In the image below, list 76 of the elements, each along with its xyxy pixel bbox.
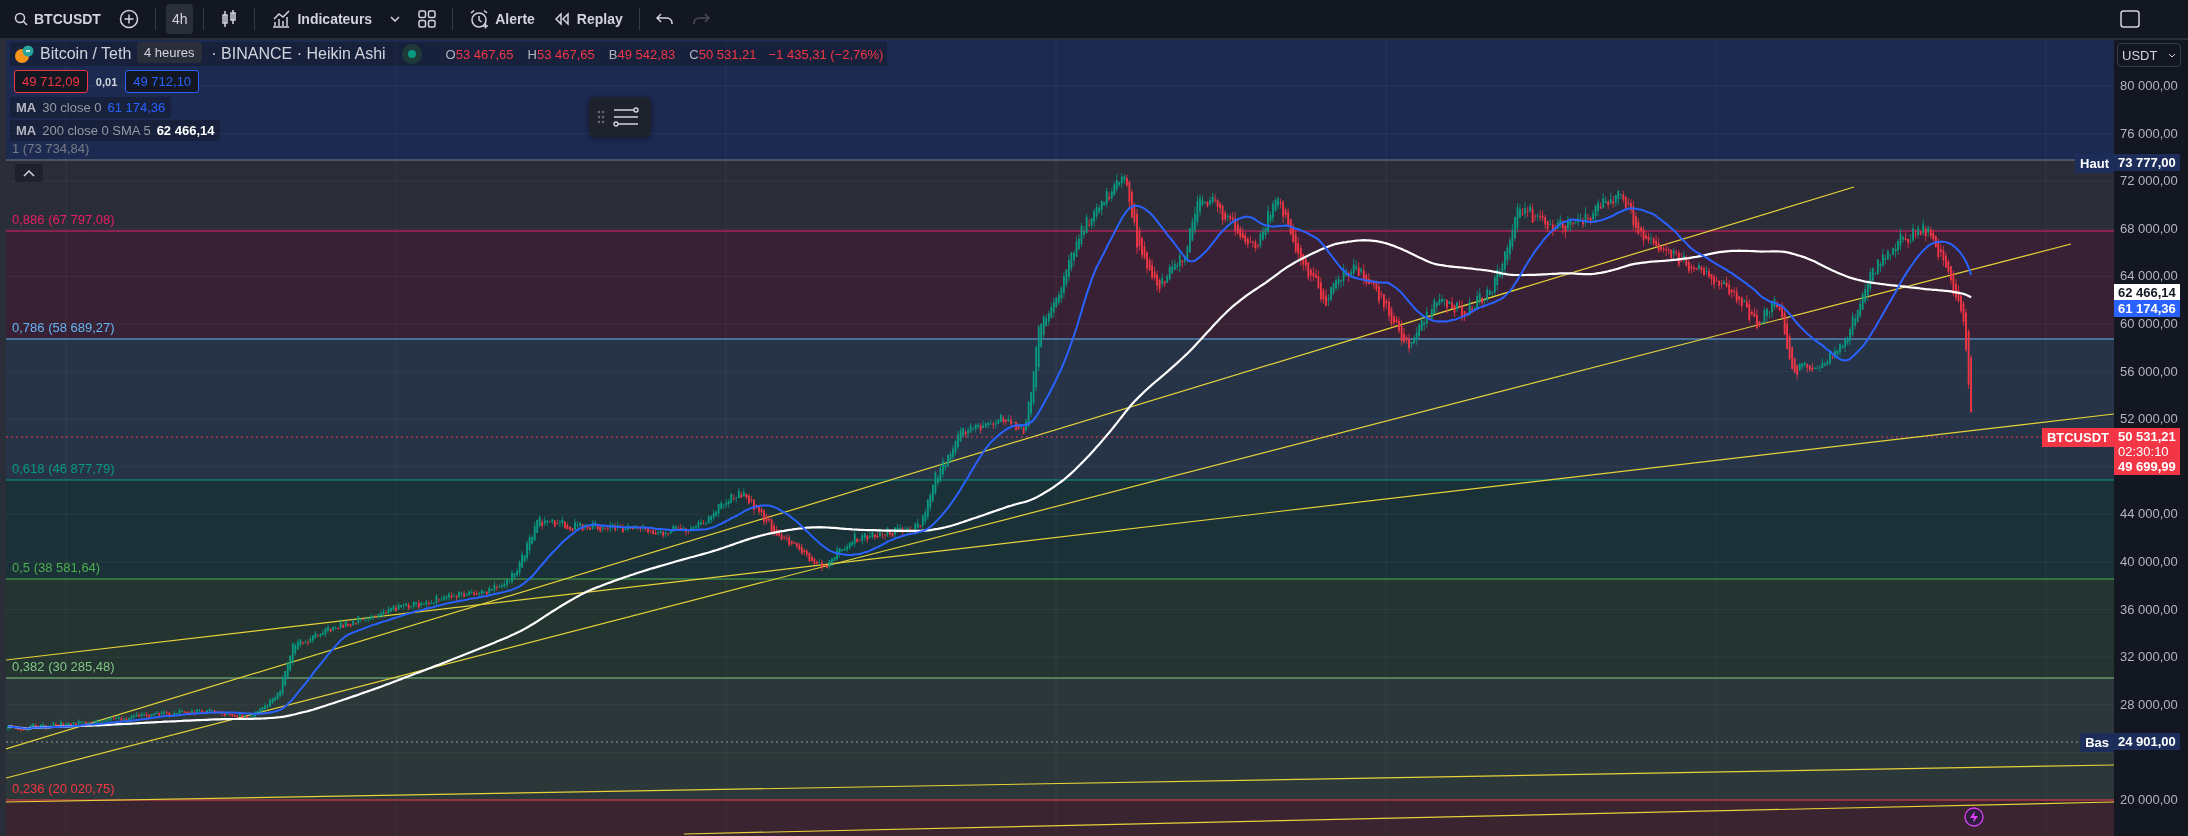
indicators-button[interactable]: Indicateurs [265,4,379,34]
coin-icon [14,44,34,64]
price-tick: 80 000,00 [2120,78,2178,93]
currency-dropdown[interactable]: USDT [2117,43,2181,67]
price-tick: 36 000,00 [2120,601,2178,617]
price-tick: 76 000,00 [2120,125,2178,141]
price-tick: 56 000,00 [2120,363,2178,379]
chevron-up-icon [23,169,35,177]
price-change: −1 435,31 (−2,76%) [768,46,884,62]
ohlc-value: 49 542,83 [617,46,676,62]
fib-level-label: 0,786 (58 689,27) [12,320,115,335]
fib-level-label: 0,5 (38 581,64) [12,560,101,575]
fib-level-label: 0,236 (20 020,75) [12,781,115,796]
ohlc-label: O [445,46,456,62]
redo-icon [691,12,710,26]
symbol-title: · BINANCE · Heikin Ashi [211,45,386,63]
indicator-name: MA [16,123,37,138]
chart-bars-icon [271,9,292,29]
ohlc-value: 50 531,21 [698,46,757,62]
buy-price-button[interactable]: 49 712,10 [125,70,200,93]
square-icon [2120,10,2140,28]
high-label: Haut [2075,154,2114,173]
indicator-value: 61 174,36 [107,100,166,115]
symbol-label: BTCUSDT [2041,428,2114,447]
search-icon [14,12,28,26]
lightning-icon[interactable] [1964,807,1984,827]
alarm-clock-icon [469,9,490,29]
settings-sliders-icon[interactable] [613,107,639,127]
price-tick: 64 000,00 [2120,268,2178,284]
caret-icon [2168,52,2176,58]
bar-countdown: 02:30:10 [2118,444,2170,459]
drag-handle-icon[interactable] [597,110,605,124]
fib-level-label: 1 (73 734,84) [12,141,90,156]
indicator-params: 200 close 0 SMA 5 [42,123,151,138]
ohlc-value: 53 467,65 [455,46,514,62]
interval-button[interactable]: 4h [165,4,194,34]
price-tick: 32 000,00 [2120,649,2178,665]
price-tick: 20 000,00 [2120,792,2178,807]
rewind-icon [552,12,571,26]
tooltip: 4 heures [137,42,202,63]
symbol-title: Bitcoin / Teth [40,45,132,63]
ohlc-label: H [527,46,537,62]
symbol-search-button[interactable]: BTCUSDT [8,4,107,34]
undo-icon [655,12,674,26]
indicator-name: MA [16,100,37,115]
last-price: 50 531,21 [2118,429,2176,444]
caret-icon [390,16,401,22]
price-tick: 44 000,00 [2120,506,2178,522]
price-tick: 72 000,00 [2120,173,2178,189]
grid-icon [418,10,437,28]
spread-value: 0,01 [95,75,118,88]
ohlc-value: 53 467,65 [536,46,595,62]
alert-button[interactable]: Alerte [463,4,541,34]
price-tick: 28 000,00 [2120,696,2178,712]
collapse-legend-button[interactable] [15,164,43,182]
price-tick: 40 000,00 [2120,554,2178,569]
ma-price-tag: 61 174,36 [2114,300,2180,317]
bar-low-price: 49 699,99 [2118,459,2176,474]
candlestick-icon [220,9,239,29]
plus-circle-icon [118,9,139,29]
fib-level-label: 0,618 (46 877,79) [12,461,115,476]
replay-button[interactable]: Replay [546,4,629,34]
sell-price-button[interactable]: 49 712,09 [14,70,88,93]
indicator-params: 30 close 0 [42,100,102,115]
high-price-tag: 73 777,00 [2114,154,2180,171]
indicator-value: 62 466,14 [156,123,215,138]
price-tick: 68 000,00 [2120,220,2178,236]
low-price-tag: 24 901,00 [2114,733,2180,750]
market-status-icon [401,44,422,64]
fib-level-label: 0,382 (30 285,48) [12,659,115,674]
price-tick: 52 000,00 [2120,411,2178,427]
low-label: Bas [2080,733,2114,752]
price-tick: 60 000,00 [2120,316,2178,331]
ohlc-label: B [608,46,618,62]
ohlc-label: C [689,46,699,62]
fib-level-label: 0,886 (67 797,08) [12,212,115,227]
